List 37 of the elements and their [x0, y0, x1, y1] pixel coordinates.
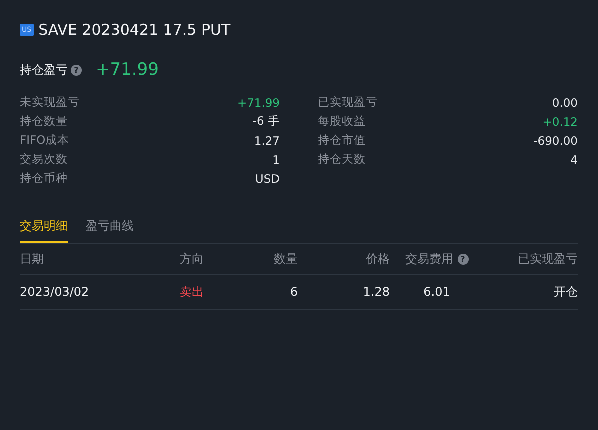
stat-value: USD: [255, 172, 280, 186]
stat-label: 交易次数: [20, 152, 68, 167]
stat-label: 持仓天数: [318, 152, 366, 167]
table-cell: 6.01: [424, 285, 450, 299]
stat-value: 1.27: [254, 134, 280, 148]
tab[interactable]: 交易明细: [20, 214, 68, 243]
column-header: 日期: [20, 250, 44, 268]
table-cell: 卖出: [180, 284, 204, 300]
stat-label: 每股收益: [318, 114, 366, 129]
column-header: 方向: [180, 250, 204, 268]
stat-value: 4: [570, 152, 578, 166]
stat-value: -690.00: [534, 134, 578, 148]
table-cell: 开仓: [554, 284, 578, 300]
table-cell: 2023/03/02: [20, 285, 90, 299]
stat-value: +0.12: [542, 114, 578, 128]
table-cell: 6: [290, 285, 298, 299]
stat-value: +71.99: [237, 96, 280, 110]
stat-value: 0.00: [552, 96, 578, 110]
column-header: 交易费用: [406, 250, 454, 268]
stat-label: 已实现盈亏: [318, 95, 378, 110]
tab[interactable]: 盈亏曲线: [86, 214, 134, 243]
pnl-label: 持仓盈亏: [20, 62, 68, 78]
stat-label: 持仓数量: [20, 114, 68, 129]
help-icon[interactable]: ?: [458, 254, 468, 264]
column-header: 价格: [366, 250, 390, 268]
stat-label: 持仓币种: [20, 171, 68, 186]
stat-label: FIFO成本: [20, 133, 70, 148]
table-cell: 1.28: [363, 285, 390, 299]
stat-value: 1: [272, 152, 280, 166]
column-header: 已实现盈亏: [518, 250, 578, 268]
stat-label: 未实现盈亏: [20, 95, 80, 110]
stat-value: -6 手: [252, 114, 280, 129]
stat-label: 持仓市值: [318, 133, 366, 148]
contract-title: SAVE 20230421 17.5 PUT: [38, 21, 231, 39]
column-header: 数量: [274, 250, 298, 268]
help-icon[interactable]: ?: [71, 64, 82, 76]
pnl-value: +71.99: [96, 60, 159, 80]
